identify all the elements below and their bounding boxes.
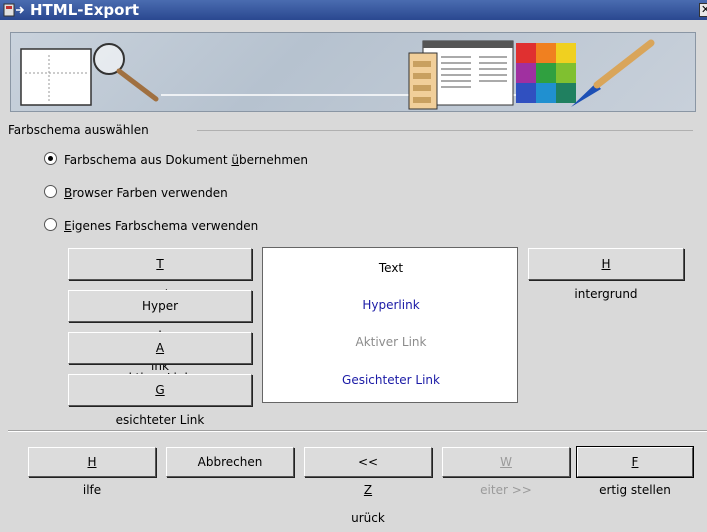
radio-indicator[interactable]: [44, 152, 57, 165]
close-icon: ✕: [701, 3, 707, 16]
text-color-button[interactable]: Text: [68, 248, 252, 301]
radio-indicator[interactable]: [44, 218, 57, 231]
section-divider: [197, 130, 693, 131]
hyperlink-color-button[interactable]: Hyperlink: [68, 290, 252, 373]
banner-illustration: [20, 39, 655, 110]
radio-custom-colors[interactable]: Eigenes Farbschema verwenden: [44, 217, 258, 235]
active-link-color-button[interactable]: Aktiver Link: [68, 332, 252, 385]
preview-hyperlink: Hyperlink: [362, 298, 420, 312]
footer-separator: [8, 430, 707, 432]
radio-document-colors[interactable]: Farbschema aus Dokument übernehmen: [44, 151, 308, 169]
close-button[interactable]: ✕: [699, 3, 707, 17]
radio-indicator[interactable]: [44, 185, 57, 198]
preview-visited-link: Gesichteter Link: [342, 373, 440, 387]
app-icon: [3, 3, 25, 17]
window-title: HTML-Export: [30, 1, 140, 19]
background-color-button[interactable]: Hintergrund: [528, 248, 684, 301]
cancel-button[interactable]: Abbrechen: [166, 447, 294, 477]
wizard-banner: [10, 32, 696, 112]
title-bar[interactable]: HTML-Export ✕: [0, 0, 707, 20]
help-button[interactable]: Hilfe: [28, 447, 156, 497]
back-button[interactable]: << Zurück: [304, 447, 432, 525]
finish-button[interactable]: Fertig stellen: [576, 446, 694, 497]
next-button[interactable]: Weiter >>: [442, 447, 570, 497]
visited-link-color-button[interactable]: Gesichteter Link: [68, 374, 252, 427]
preview-text: Text: [378, 261, 404, 275]
radio-browser-colors[interactable]: Browser Farben verwenden: [44, 184, 228, 202]
preview-active-link: Aktiver Link: [355, 335, 427, 349]
section-title: Farbschema auswählen: [8, 123, 149, 137]
color-preview: Text Hyperlink Aktiver Link Gesichteter …: [262, 247, 518, 403]
